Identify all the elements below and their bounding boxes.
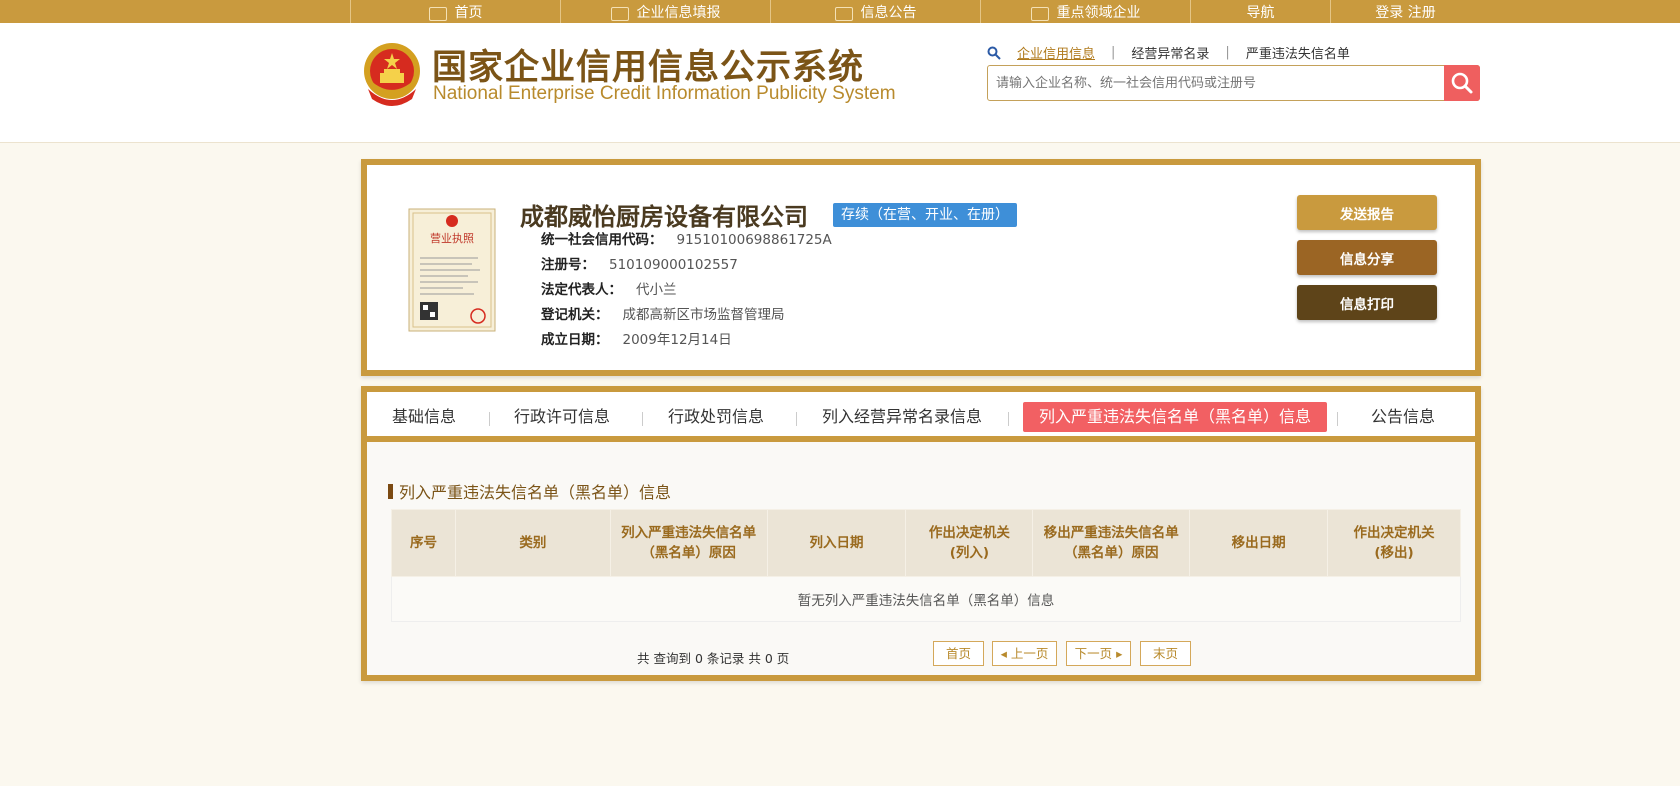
company-info-card: 营业执照 成都威怡厨房设备有限公司 存续（在营、开业、在册） 统一社会信用代码：… xyxy=(361,159,1481,376)
pager-first-button[interactable]: 首页 xyxy=(933,641,984,666)
table-row: 暂无列入严重违法失信名单（黑名单）信息 xyxy=(391,576,1461,622)
col-add-authority: 作出决定机关(列入) xyxy=(905,509,1034,577)
tab-admin-license[interactable]: 行政许可信息 xyxy=(514,402,610,432)
empty-message: 暂无列入严重违法失信名单（黑名单）信息 xyxy=(391,576,1461,622)
send-report-button[interactable]: 发送报告 xyxy=(1297,195,1437,230)
table-header-row: 序号 类别 列入严重违法失信名单（黑名单）原因 列入日期 作出决定机关(列入) … xyxy=(391,509,1461,577)
info-reg-authority: 登记机关： 成都高新区市场监督管理局 xyxy=(541,307,785,323)
info-tabs-panel: 基础信息 行政许可信息 行政处罚信息 列入经营异常名录信息 列入严重违法失信名单… xyxy=(361,386,1481,681)
tab-divider xyxy=(642,412,643,426)
search-icon xyxy=(1451,72,1473,94)
title-bar-marker xyxy=(388,483,393,499)
print-info-button[interactable]: 信息打印 xyxy=(1297,285,1437,320)
tab-divider xyxy=(1008,412,1009,426)
col-add-reason: 列入严重违法失信名单（黑名单）原因 xyxy=(609,509,768,577)
top-nav-items: 首页 企业信息填报 信息公告 重点领域企业 导航 登录 注册 xyxy=(350,0,1480,23)
business-license-image[interactable]: 营业执照 xyxy=(408,208,496,332)
tab-abnormal-list[interactable]: 列入经营异常名录信息 xyxy=(822,402,982,432)
top-nav-bar: 首页 企业信息填报 信息公告 重点领域企业 导航 登录 注册 xyxy=(0,0,1680,23)
national-emblem-icon[interactable] xyxy=(362,41,422,107)
caret-right-icon: ▸ xyxy=(1112,646,1123,661)
col-category: 类别 xyxy=(454,509,611,577)
search-icon xyxy=(987,46,1001,60)
site-header: 国家企业信用信息公示系统 National Enterprise Credit … xyxy=(0,23,1680,143)
pager-prev-button[interactable]: ◂ 上一页 xyxy=(992,641,1057,666)
tab-bar: 基础信息 行政许可信息 行政处罚信息 列入经营异常名录信息 列入严重违法失信名单… xyxy=(367,392,1475,442)
divider: | xyxy=(1111,45,1116,60)
search-tab-abnormal[interactable]: 经营异常名录 xyxy=(1125,43,1215,62)
info-credit-code: 统一社会信用代码： 91510100698861725A xyxy=(541,232,832,248)
tab-admin-penalty[interactable]: 行政处罚信息 xyxy=(668,402,764,432)
license-title: 营业执照 xyxy=(430,231,474,245)
tab-divider xyxy=(796,412,797,426)
info-founding-date: 成立日期： 2009年12月14日 xyxy=(541,332,732,348)
pager-next-button[interactable]: 下一页 ▸ xyxy=(1066,641,1131,666)
search-type-tabs: 企业信用信息 | 经营异常名录 | 严重违法失信名单 xyxy=(987,43,1356,62)
col-index: 序号 xyxy=(391,509,456,577)
nav-item-key-enterprises[interactable]: 重点领域企业 xyxy=(980,0,1190,23)
divider: | xyxy=(1225,45,1230,60)
info-reg-no: 注册号： 510109000102557 xyxy=(541,257,738,273)
nav-item-home[interactable]: 首页 xyxy=(350,0,560,23)
notice-icon xyxy=(834,7,853,21)
status-badge: 存续（在营、开业、在册） xyxy=(833,203,1017,227)
pager-summary: 共 查询到 0 条记录 共 0 页 xyxy=(637,651,790,666)
col-remove-reason: 移出严重违法失信名单（黑名单）原因 xyxy=(1032,509,1191,577)
search-button[interactable] xyxy=(1444,65,1480,101)
home-icon xyxy=(428,7,447,21)
nav-item-report[interactable]: 企业信息填报 xyxy=(560,0,770,23)
nav-item-login[interactable]: 登录 注册 xyxy=(1330,0,1480,23)
col-remove-date: 移出日期 xyxy=(1189,509,1329,577)
tab-divider xyxy=(1337,412,1338,426)
info-legal-rep: 法定代表人： 代小兰 xyxy=(541,282,677,298)
tab-announcements[interactable]: 公告信息 xyxy=(1371,402,1435,432)
col-remove-authority: 作出决定机关(移出) xyxy=(1327,509,1461,577)
company-name: 成都威怡厨房设备有限公司 xyxy=(520,203,808,231)
nav-item-notice[interactable]: 信息公告 xyxy=(770,0,980,23)
share-info-button[interactable]: 信息分享 xyxy=(1297,240,1437,275)
edit-icon xyxy=(610,7,629,21)
caret-left-icon: ◂ xyxy=(1000,646,1011,661)
site-subtitle-en: National Enterprise Credit Information P… xyxy=(433,83,896,104)
pager-last-button[interactable]: 末页 xyxy=(1140,641,1191,666)
search-box xyxy=(987,65,1480,101)
megaphone-icon xyxy=(1030,7,1049,21)
nav-item-navigation[interactable]: 导航 xyxy=(1190,0,1330,23)
search-tab-credit[interactable]: 企业信用信息 xyxy=(1011,43,1101,62)
tab-divider xyxy=(489,412,490,426)
section-title: 列入严重违法失信名单（黑名单）信息 xyxy=(388,479,671,503)
col-add-date: 列入日期 xyxy=(766,509,907,577)
search-tab-blacklist[interactable]: 严重违法失信名单 xyxy=(1240,43,1356,62)
blacklist-table: 序号 类别 列入严重违法失信名单（黑名单）原因 列入日期 作出决定机关(列入) … xyxy=(391,509,1461,622)
tab-basic-info[interactable]: 基础信息 xyxy=(392,402,456,432)
tab-blacklist[interactable]: 列入严重违法失信名单（黑名单）信息 xyxy=(1023,402,1328,432)
search-input[interactable] xyxy=(988,66,1444,100)
